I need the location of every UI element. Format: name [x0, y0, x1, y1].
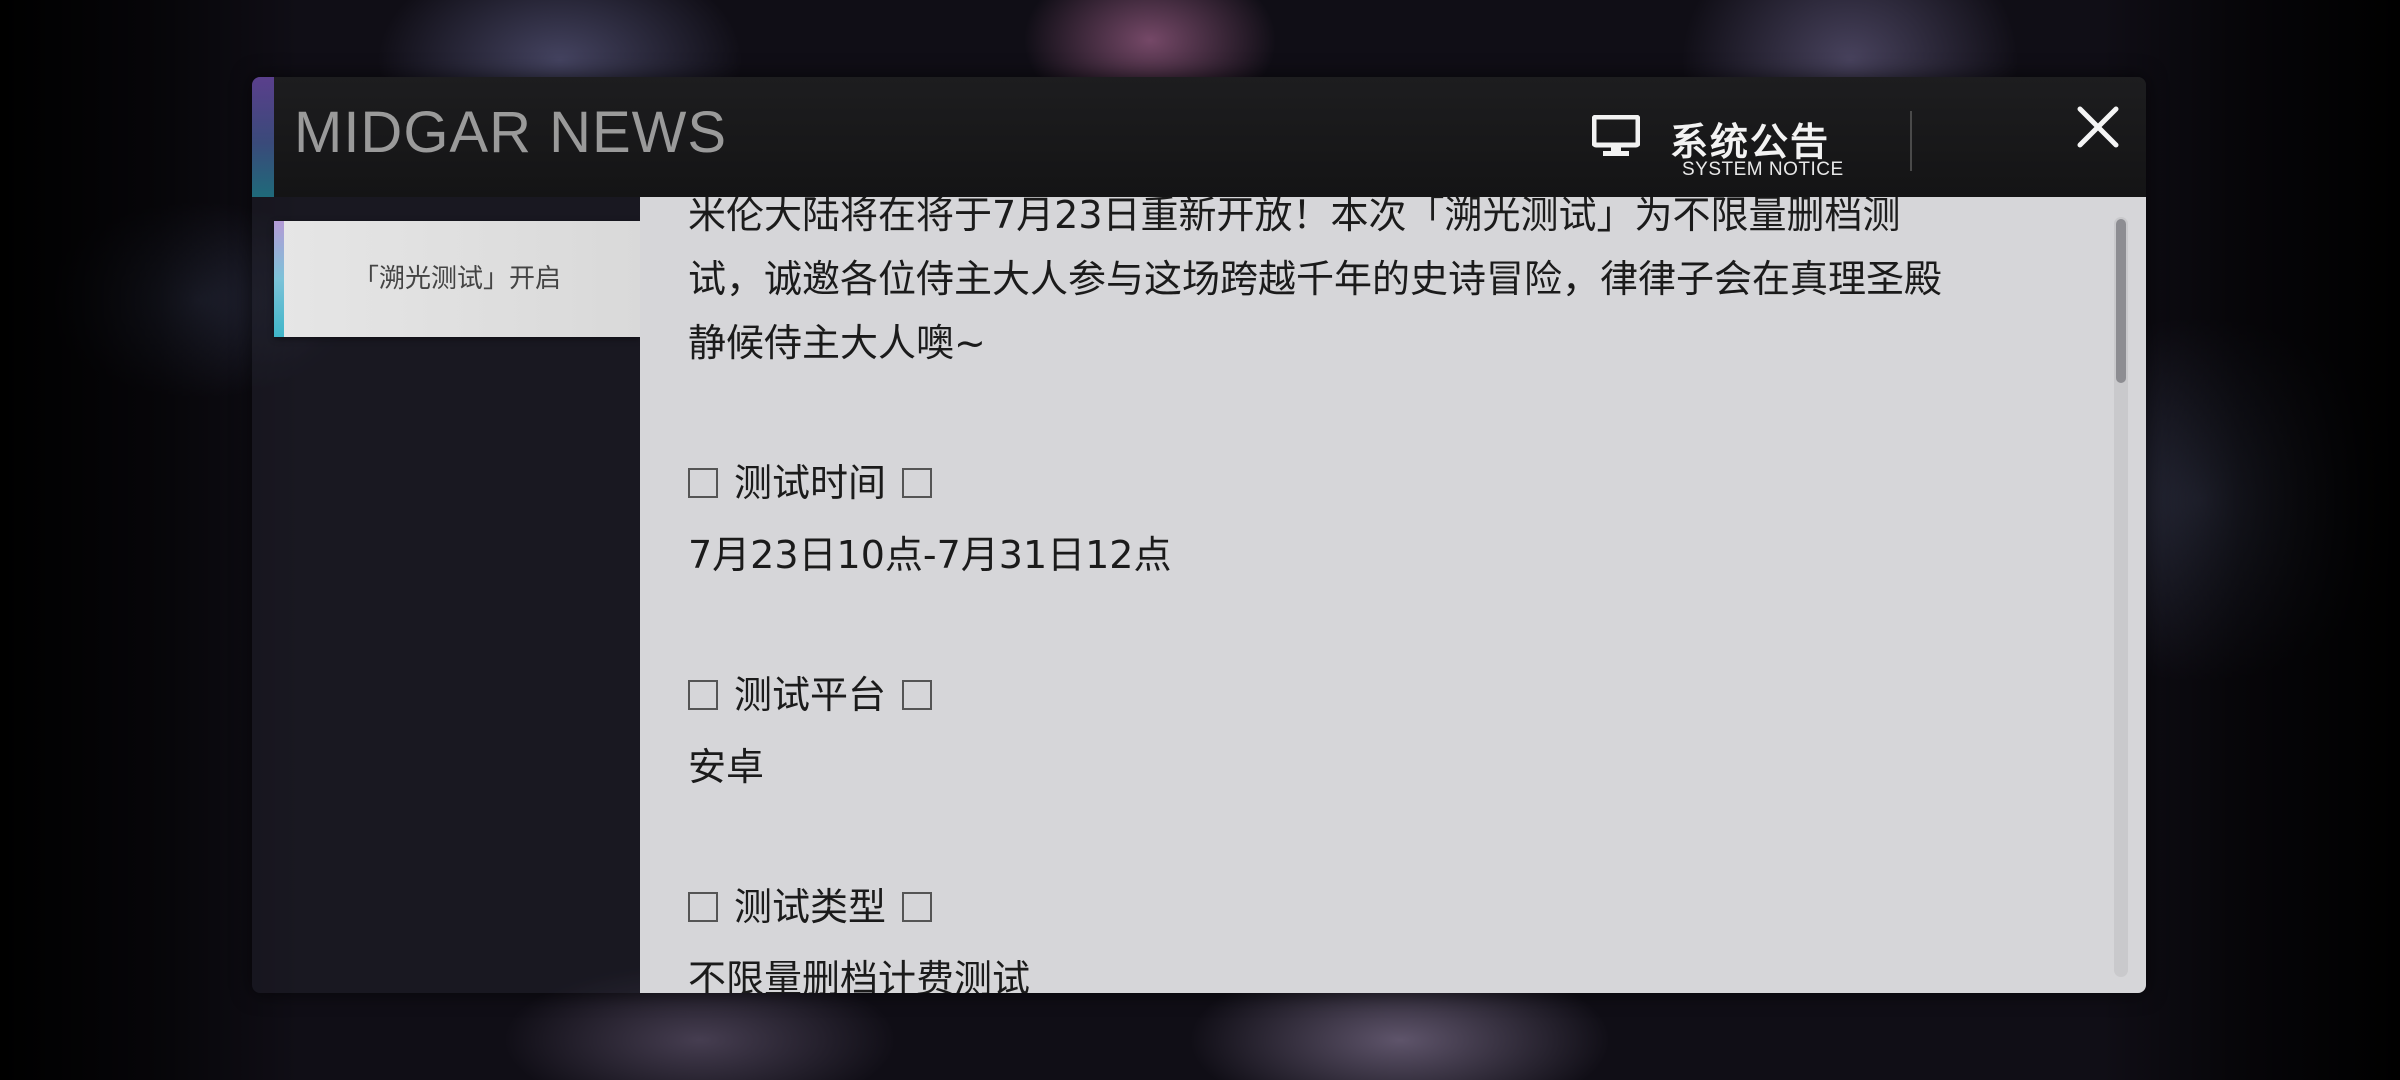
header-divider: [1910, 111, 1912, 171]
section-title-platform: 测试平台: [688, 663, 2108, 727]
square-bracket-icon: [688, 892, 718, 922]
monitor-icon: [1592, 115, 1640, 156]
square-bracket-icon: [902, 680, 933, 710]
sidebar-item-test-open[interactable]: 「溯光测试」开启: [274, 221, 640, 337]
section-value-time: 7月23日10点-7月31日12点: [688, 533, 1172, 577]
square-bracket-icon: [688, 468, 718, 498]
section-title-type: 测试类型: [688, 875, 2108, 939]
square-bracket-icon: [902, 468, 933, 498]
notice-content[interactable]: 米伦大陆将在将于7月23日重新开放！本次「溯光测试」为不限量删档测 试，诚邀各位…: [640, 197, 2146, 993]
header-accent-bar: [252, 77, 274, 197]
news-panel: MIDGAR NEWS 系统公告 SYSTEM NOTICE 「溯光测试」开启 …: [252, 77, 2146, 993]
intro-line: 静候侍主大人噢~: [688, 321, 986, 365]
close-icon[interactable]: [2070, 99, 2126, 155]
sidebar-item-label: 「溯光测试」开启: [352, 264, 561, 294]
news-sidebar: 「溯光测试」开启: [252, 197, 640, 993]
section-value-platform: 安卓: [688, 745, 765, 789]
system-notice-subtitle: SYSTEM NOTICE: [1682, 159, 1844, 180]
scrollbar-thumb[interactable]: [2116, 219, 2126, 383]
notice-body: 米伦大陆将在将于7月23日重新开放！本次「溯光测试」为不限量删档测 试，诚邀各位…: [688, 197, 2108, 993]
section-title-time: 测试时间: [688, 451, 2108, 515]
section-value-type: 不限量删档计费测试: [688, 957, 1031, 993]
square-bracket-icon: [688, 680, 718, 710]
panel-header: MIDGAR NEWS 系统公告 SYSTEM NOTICE: [252, 77, 2146, 197]
intro-line: 试，诚邀各位侍主大人参与这场跨越千年的史诗冒险，律律子会在真理圣殿: [688, 257, 1943, 301]
system-notice-title: 系统公告: [1670, 120, 1831, 164]
intro-line: 米伦大陆将在将于7月23日重新开放！本次「溯光测试」为不限量删档测: [688, 197, 1901, 237]
panel-title: MIDGAR NEWS: [294, 100, 728, 165]
square-bracket-icon: [902, 892, 933, 922]
